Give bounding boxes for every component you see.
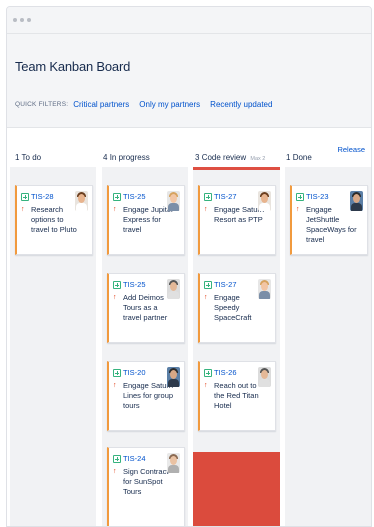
arrow-up-icon: ↑ <box>204 206 208 213</box>
wip-limit-exceeded-area <box>193 452 280 526</box>
arrow-up-icon: ↑ <box>113 206 117 213</box>
issue-key: TIS-26 <box>214 368 237 377</box>
arrow-up-icon: ↑ <box>21 206 25 213</box>
column-todo: TIS-28 ↑ Research options to travel to Plu… <box>10 167 96 526</box>
issue-key-link[interactable]: TIS-28 <box>21 192 54 201</box>
column-done: TIS-23 ↑ Engage JetShuttle SpaceWays for t… <box>285 167 371 526</box>
avatar <box>258 191 271 211</box>
column-header-done: 1 Done <box>286 153 312 162</box>
issue-key: TIS-28 <box>31 192 54 201</box>
issue-card[interactable]: TIS-28 ↑ Research options to travel to Plu… <box>15 185 93 255</box>
column-headers: 1 To do 4 In progress 3 Code review Max … <box>7 128 371 166</box>
issue-body: ↑ Add Deimos Tours as a travel partner <box>113 293 175 323</box>
issue-body: ↑ Engage Saturn Lines for group tours <box>113 381 175 411</box>
board-header: Team Kanban Board QUICK FILTERS: Critica… <box>7 34 371 128</box>
board-title: Team Kanban Board <box>15 59 131 74</box>
story-icon <box>113 368 121 377</box>
column-header-todo: 1 To do <box>15 153 41 162</box>
story-icon <box>204 192 212 201</box>
column-header-in-progress: 4 In progress <box>103 153 150 162</box>
filter-critical-partners[interactable]: Critical partners <box>73 100 129 109</box>
column-code-review: TIS-27 ↑ Engage Saturn Resort as PTP TIS-27… <box>193 167 280 526</box>
window-dot-icon[interactable] <box>27 18 31 22</box>
window-dot-icon[interactable] <box>20 18 24 22</box>
issue-summary: Engage JetShuttle SpaceWays for travel <box>306 205 357 244</box>
release-link[interactable]: Release <box>337 145 365 154</box>
issue-body: ↑ Engage Speedy SpaceCraft <box>204 293 266 323</box>
avatar <box>258 367 271 387</box>
issue-card[interactable]: TIS-26 ↑ Reach out to the Red Titan Hotel <box>198 361 276 431</box>
issue-key: TIS-27 <box>214 192 237 201</box>
avatar <box>75 191 88 211</box>
column-name: Code review <box>201 153 247 162</box>
avatar <box>167 453 180 473</box>
column-name: To do <box>21 153 42 162</box>
issue-body: ↑ Engage Saturn Resort as PTP <box>204 205 266 225</box>
column-count: 4 <box>103 153 108 162</box>
avatar <box>167 367 180 387</box>
app-window: Team Kanban Board QUICK FILTERS: Critica… <box>6 6 372 527</box>
issue-card[interactable]: TIS-25 ↑ Add Deimos Tours as a travel part… <box>107 273 185 343</box>
column-count: 3 <box>195 153 200 162</box>
column-name: Done <box>292 153 312 162</box>
issue-body: ↑ Reach out to the Red Titan Hotel <box>204 381 266 411</box>
story-icon <box>113 280 121 289</box>
window-titlebar <box>7 7 371 34</box>
issue-key-link[interactable]: TIS-23 <box>296 192 329 201</box>
quick-filters-label: QUICK FILTERS: <box>15 101 69 108</box>
issue-key-link[interactable]: TIS-24 <box>113 454 146 463</box>
quick-filters: QUICK FILTERS: Critical partners Only my… <box>15 100 282 109</box>
column-header-code-review: 3 Code review Max 2 <box>195 153 265 162</box>
arrow-up-icon: ↑ <box>113 294 117 301</box>
issue-body: ↑ Sign Contract for SunSpot Tours <box>113 467 175 497</box>
story-icon <box>204 280 212 289</box>
column-count: 1 <box>286 153 291 162</box>
column-count: 1 <box>15 153 20 162</box>
issue-card[interactable]: TIS-27 ↑ Engage Speedy SpaceCraft <box>198 273 276 343</box>
issue-body: ↑ Engage JetShuttle SpaceWays for travel <box>296 205 358 245</box>
issue-card[interactable]: TIS-25 ↑ Engage Jupiter Express for travel <box>107 185 185 255</box>
kanban-board: TIS-28 ↑ Research options to travel to Plu… <box>7 167 371 526</box>
issue-key: TIS-25 <box>123 192 146 201</box>
avatar <box>167 279 180 299</box>
issue-key-link[interactable]: TIS-25 <box>113 280 146 289</box>
story-icon <box>296 192 304 201</box>
issue-key-link[interactable]: TIS-20 <box>113 368 146 377</box>
arrow-up-icon: ↑ <box>113 468 117 475</box>
issue-key-link[interactable]: TIS-27 <box>204 192 237 201</box>
issue-key: TIS-23 <box>306 192 329 201</box>
filter-only-my-partners[interactable]: Only my partners <box>139 100 200 109</box>
column-name: In progress <box>109 153 150 162</box>
issue-key: TIS-24 <box>123 454 146 463</box>
arrow-up-icon: ↑ <box>113 382 117 389</box>
story-icon <box>21 192 29 201</box>
filter-recently-updated[interactable]: Recently updated <box>210 100 272 109</box>
issue-key: TIS-27 <box>214 280 237 289</box>
issue-card[interactable]: TIS-23 ↑ Engage JetShuttle SpaceWays for t… <box>290 185 368 255</box>
issue-key-link[interactable]: TIS-25 <box>113 192 146 201</box>
arrow-up-icon: ↑ <box>204 382 208 389</box>
avatar <box>258 279 271 299</box>
issue-card[interactable]: TIS-24 ↑ Sign Contract for SunSpot Tours <box>107 447 185 526</box>
issue-key: TIS-20 <box>123 368 146 377</box>
issue-card[interactable]: TIS-20 ↑ Engage Saturn Lines for group tou… <box>107 361 185 431</box>
story-icon <box>113 454 121 463</box>
arrow-up-icon: ↑ <box>204 294 208 301</box>
window-dot-icon[interactable] <box>13 18 17 22</box>
issue-card[interactable]: TIS-27 ↑ Engage Saturn Resort as PTP <box>198 185 276 255</box>
issue-key: TIS-25 <box>123 280 146 289</box>
issue-body: ↑ Engage Jupiter Express for travel <box>113 205 175 235</box>
story-icon <box>204 368 212 377</box>
issue-key-link[interactable]: TIS-26 <box>204 368 237 377</box>
issue-body: ↑ Research options to travel to Pluto <box>21 205 83 235</box>
issue-key-link[interactable]: TIS-27 <box>204 280 237 289</box>
avatar <box>167 191 180 211</box>
avatar <box>350 191 363 211</box>
wip-limit-bar <box>193 167 280 170</box>
column-max-label: Max 2 <box>250 156 266 162</box>
arrow-up-icon: ↑ <box>296 206 300 213</box>
column-in-progress: TIS-25 ↑ Engage Jupiter Express for travel… <box>102 167 188 526</box>
story-icon <box>113 192 121 201</box>
